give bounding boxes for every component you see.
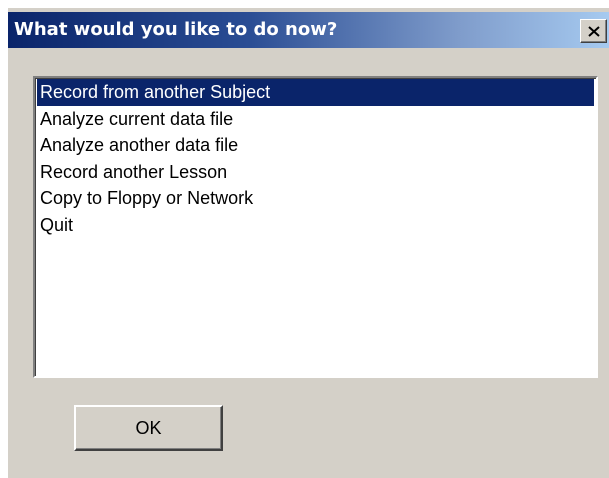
title-bar[interactable]: What would you like to do now?	[8, 12, 609, 48]
ok-button[interactable]: OK	[74, 405, 223, 451]
list-item[interactable]: Analyze another data file	[37, 132, 594, 159]
list-item[interactable]: Copy to Floppy or Network	[37, 185, 594, 212]
list-item[interactable]: Quit	[37, 212, 594, 239]
close-icon	[587, 25, 600, 37]
list-item[interactable]: Record from another Subject	[37, 79, 594, 106]
close-button[interactable]	[580, 19, 607, 43]
list-item[interactable]: Record another Lesson	[37, 159, 594, 186]
dialog-title: What would you like to do now?	[14, 19, 338, 40]
dialog-window: What would you like to do now? Record fr…	[8, 8, 609, 478]
list-item[interactable]: Analyze current data file	[37, 106, 594, 133]
options-listbox[interactable]: Record from another Subject Analyze curr…	[33, 76, 598, 378]
